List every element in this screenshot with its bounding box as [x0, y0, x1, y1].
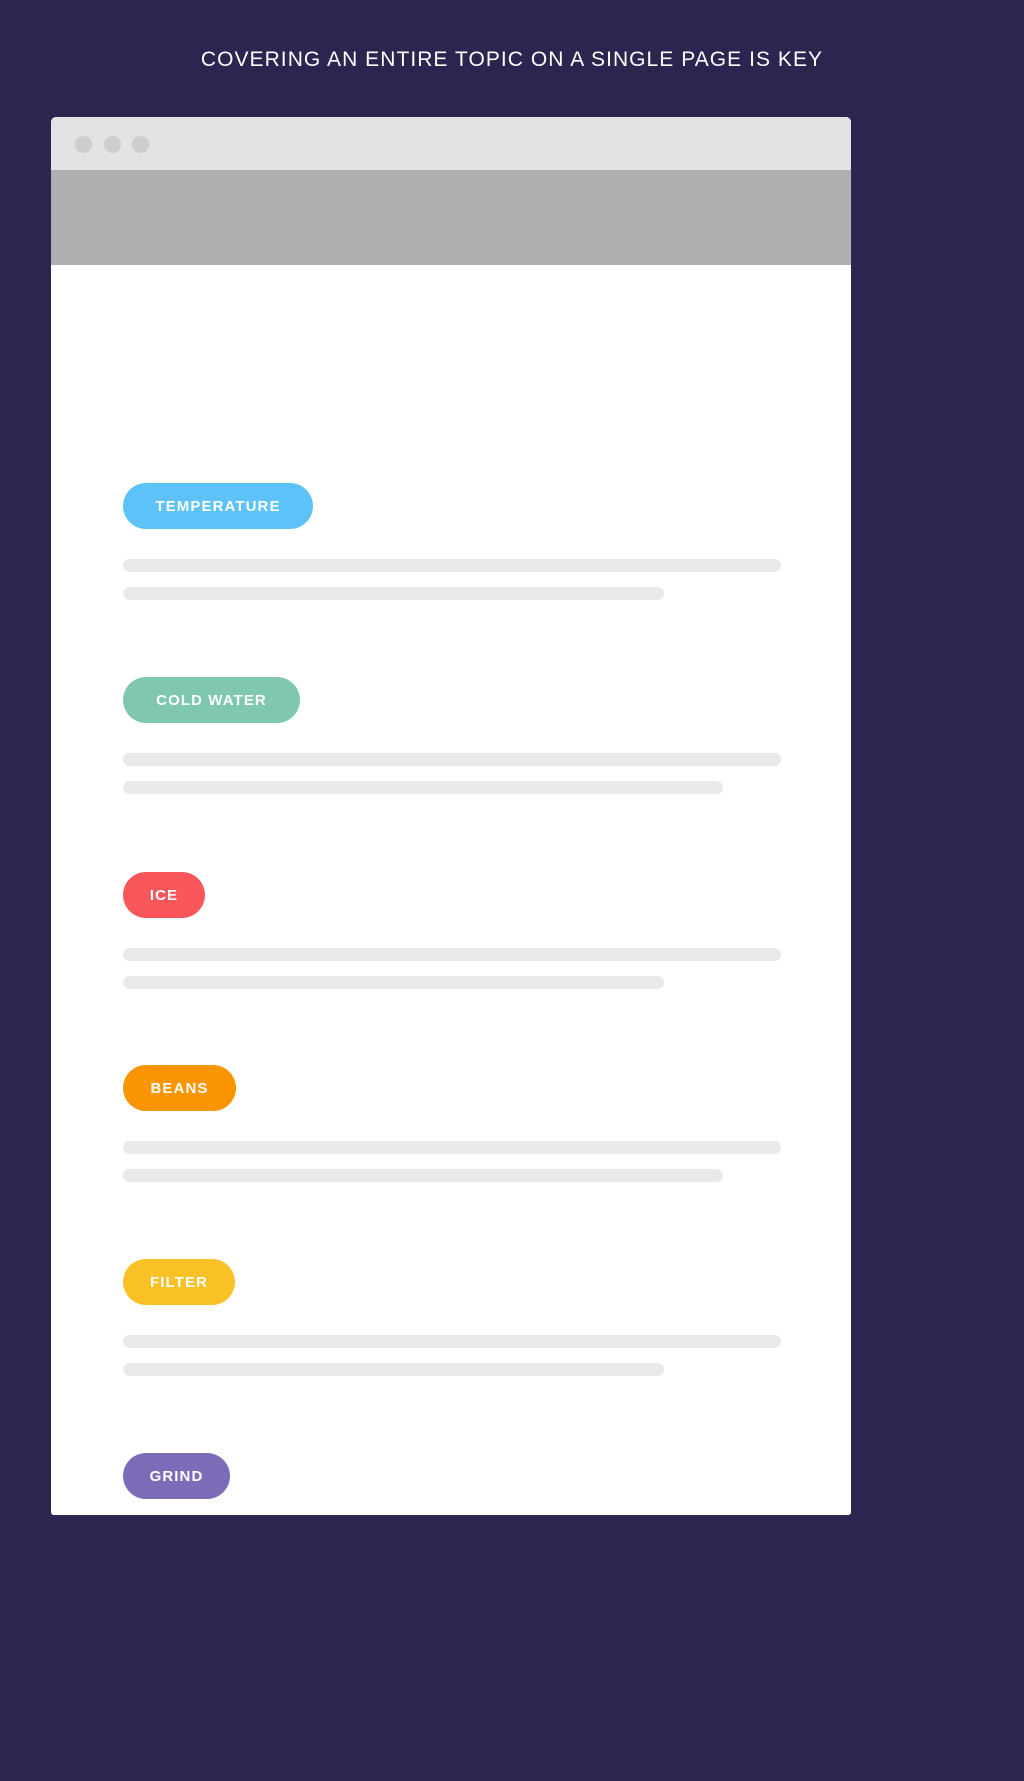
- text-placeholder-group: [123, 948, 851, 989]
- section-inner: FILTER: [51, 1259, 851, 1376]
- content-section: BEANS: [51, 1065, 851, 1182]
- window-dot-maximize-icon[interactable]: [132, 136, 149, 153]
- category-pill[interactable]: ICE: [123, 872, 205, 918]
- section-list: TEMPERATURE COLD WATER ICE BEANS FILTER GRIND: [51, 265, 851, 1515]
- category-pill[interactable]: BEANS: [123, 1065, 236, 1111]
- text-placeholder-group: [123, 1335, 851, 1376]
- text-placeholder-bar: [123, 1363, 664, 1376]
- text-placeholder-group: [123, 753, 851, 794]
- category-pill[interactable]: FILTER: [123, 1259, 235, 1305]
- text-placeholder-bar: [123, 753, 781, 766]
- section-inner: TEMPERATURE: [51, 483, 851, 600]
- content-section: COLD WATER: [51, 677, 851, 794]
- text-placeholder-group: [123, 1141, 851, 1182]
- window-dot-close-icon[interactable]: [75, 136, 92, 153]
- text-placeholder-bar: [123, 976, 664, 989]
- browser-chrome-bar: [51, 117, 851, 170]
- section-inner: ICE: [51, 872, 851, 989]
- category-pill[interactable]: TEMPERATURE: [123, 483, 313, 529]
- page-content-area: TEMPERATURE COLD WATER ICE BEANS FILTER GRIND: [51, 265, 851, 1515]
- page-title: COVERING AN ENTIRE TOPIC ON A SINGLE PAG…: [200, 48, 824, 71]
- content-section: GRIND: [51, 1453, 851, 1515]
- content-section: FILTER: [51, 1259, 851, 1376]
- text-placeholder-bar: [123, 781, 723, 794]
- text-placeholder-bar: [123, 948, 781, 961]
- text-placeholder-bar: [123, 1335, 781, 1348]
- text-placeholder-group: [123, 559, 851, 600]
- content-section: ICE: [51, 872, 851, 989]
- category-pill[interactable]: GRIND: [123, 1453, 230, 1499]
- hero-banner-placeholder: [51, 170, 851, 265]
- content-section: TEMPERATURE: [51, 483, 851, 600]
- section-inner: COLD WATER: [51, 677, 851, 794]
- browser-window-mockup: TEMPERATURE COLD WATER ICE BEANS FILTER GRIND: [51, 117, 851, 1515]
- text-placeholder-bar: [123, 1141, 781, 1154]
- section-inner: GRIND: [51, 1453, 851, 1515]
- text-placeholder-bar: [123, 587, 664, 600]
- text-placeholder-bar: [123, 1169, 723, 1182]
- section-inner: BEANS: [51, 1065, 851, 1182]
- window-dot-minimize-icon[interactable]: [104, 136, 121, 153]
- category-pill[interactable]: COLD WATER: [123, 677, 300, 723]
- text-placeholder-bar: [123, 559, 781, 572]
